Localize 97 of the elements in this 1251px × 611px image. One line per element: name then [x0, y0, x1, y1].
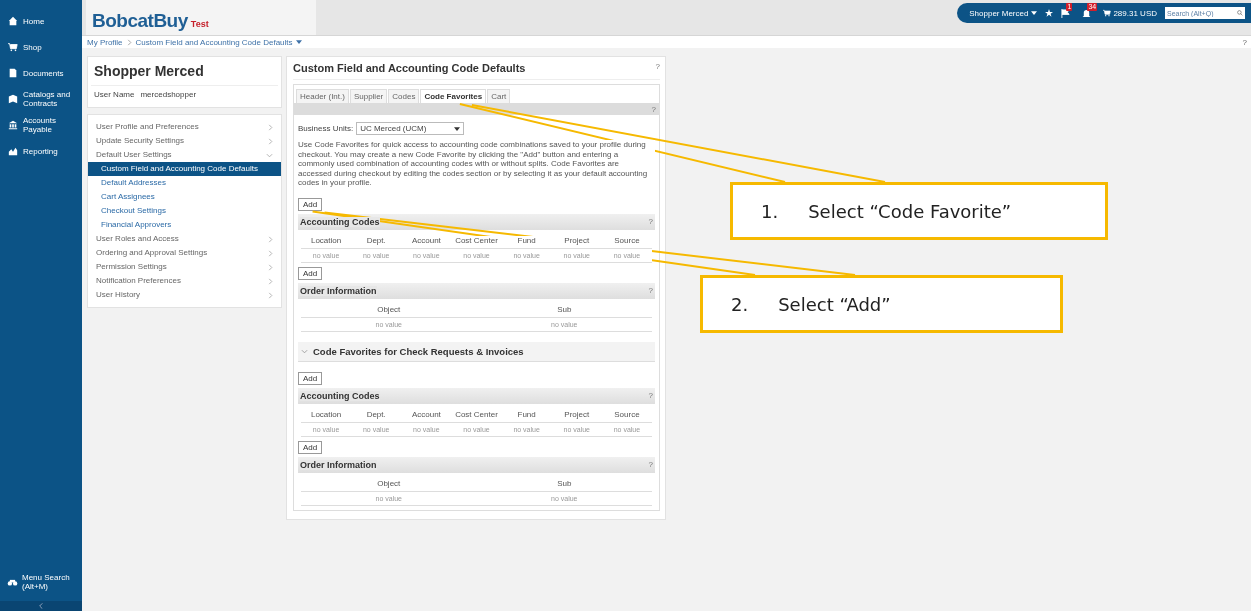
section-title: Order Information	[300, 285, 377, 296]
add-button[interactable]: Add	[298, 197, 323, 211]
menu-item[interactable]: Default User Settings	[88, 148, 281, 162]
help-icon[interactable]: ?	[648, 286, 653, 295]
flag-icon[interactable]	[1061, 8, 1071, 18]
username: mercedshopper	[140, 90, 197, 99]
cart-total[interactable]: 289.31 USD	[1113, 8, 1157, 18]
help-icon[interactable]: ?	[648, 460, 653, 469]
cart-icon[interactable]	[1103, 9, 1112, 17]
caret-icon	[454, 126, 461, 131]
submenu-item[interactable]: Cart Assignees	[88, 190, 281, 204]
menu-item[interactable]: User Profile and Preferences	[88, 120, 281, 134]
column-header: Object	[301, 304, 477, 318]
section-title: Accounting Codes	[300, 390, 380, 401]
column-header: Project	[551, 235, 602, 249]
cart-icon	[8, 42, 18, 52]
tab[interactable]: Cart	[487, 89, 511, 103]
bank-icon	[8, 120, 18, 130]
field-label: User Name	[94, 90, 135, 99]
caret-icon	[295, 40, 302, 44]
help-icon[interactable]: ?	[651, 104, 656, 114]
breadcrumb-link[interactable]: My Profile	[87, 37, 123, 47]
binoculars-icon	[7, 578, 18, 586]
column-header: Cost Center	[451, 235, 502, 249]
add-button[interactable]: Add	[298, 440, 323, 454]
column-header: Location	[301, 235, 352, 249]
collapse-icon[interactable]	[39, 603, 43, 609]
document-icon	[8, 68, 18, 78]
nav-item[interactable]: Shop	[23, 42, 42, 52]
bell-icon[interactable]	[1082, 8, 1092, 18]
description: Use Code Favorites for quick access to accounting code combinations saved to your profile during checkout. You may create a new Code Favorite by clicking the "Add" button and entering a commonly used combination of accounting codes with or without splits. Code Favorites are accessed during checkout by editing the codes section or by selecting it as your default accounting codes in your profile.	[298, 140, 655, 188]
profile-name: Shopper Merced	[93, 62, 205, 81]
tab[interactable]: Code Favorites	[420, 89, 487, 103]
column-header: Dept.	[351, 409, 402, 423]
business-units-dropdown[interactable]: UC Merced (UCM)	[356, 122, 465, 135]
user-menu[interactable]: Shopper Merced	[969, 8, 1029, 18]
help-icon[interactable]: ?	[655, 62, 660, 74]
submenu-item[interactable]: Default Addresses	[88, 176, 281, 190]
section-title: Accounting Codes	[300, 216, 380, 227]
help-icon[interactable]: ?	[648, 391, 653, 400]
menu-item[interactable]: Notification Preferences	[88, 274, 281, 288]
nav-item[interactable]: Reporting	[23, 146, 58, 156]
submenu-item[interactable]: Custom Field and Accounting Code Defaults	[88, 162, 281, 176]
field-label: Business Units:	[298, 124, 354, 133]
logo[interactable]: BobcatBuy Test	[86, 0, 316, 35]
column-header: Source	[601, 409, 652, 423]
menu-item[interactable]: Ordering and Approval Settings	[88, 246, 281, 260]
submenu-item[interactable]: Checkout Settings	[88, 204, 281, 218]
add-button[interactable]: Add	[298, 266, 323, 280]
menu-item[interactable]: User Roles and Access	[88, 232, 281, 246]
page-title: Custom Field and Accounting Code Defaults	[293, 62, 526, 74]
home-icon	[8, 16, 18, 26]
callout-text: Select “Code Favorite”	[808, 200, 1012, 222]
menu-item[interactable]: Permission Settings	[88, 260, 281, 274]
tab[interactable]: Header (Int.)	[296, 89, 349, 103]
shortcut-label: (Alt+M)	[22, 582, 49, 591]
breadcrumb-current[interactable]: Custom Field and Accounting Code Defaults	[135, 37, 293, 47]
chart-icon	[8, 146, 18, 156]
section-title: Order Information	[300, 459, 377, 470]
caret-icon	[1031, 11, 1038, 15]
nav-item[interactable]: Catalogs and Contracts	[23, 90, 79, 108]
nav-item[interactable]: Accounts Payable	[23, 116, 79, 134]
menu-search-link[interactable]: Menu Search	[22, 573, 70, 582]
submenu-item[interactable]: Financial Approvers	[88, 218, 281, 232]
callout-text: Select “Add”	[778, 293, 891, 315]
group-header[interactable]: Code Favorites for Check Requests & Invoices	[298, 341, 655, 362]
logo-text: BobcatBuy	[92, 10, 188, 32]
nav-item[interactable]: Home	[23, 16, 45, 26]
help-icon[interactable]: ?	[1242, 37, 1247, 47]
column-header: Location	[301, 409, 352, 423]
tab[interactable]: Supplier	[349, 89, 388, 103]
nav-item[interactable]: Documents	[23, 68, 64, 78]
star-icon[interactable]	[1045, 9, 1054, 17]
column-header: Source	[601, 235, 652, 249]
column-header: Account	[401, 235, 452, 249]
tab[interactable]: Codes	[388, 89, 420, 103]
callout-number: 1.	[761, 200, 779, 222]
help-icon[interactable]: ?	[648, 217, 653, 226]
column-header: Dept.	[351, 235, 402, 249]
column-header: Account	[401, 409, 452, 423]
add-button[interactable]: Add	[298, 371, 323, 385]
column-header: Sub	[476, 304, 652, 318]
menu-item[interactable]: Update Security Settings	[88, 134, 281, 148]
column-header: Fund	[501, 235, 552, 249]
column-header: Sub	[476, 478, 652, 492]
column-header: Project	[551, 409, 602, 423]
column-header: Cost Center	[451, 409, 502, 423]
environment-label: Test	[190, 19, 209, 29]
column-header: Object	[301, 478, 477, 492]
menu-item[interactable]: User History	[88, 288, 281, 302]
search-icon[interactable]	[1237, 10, 1243, 16]
chevron-right-icon	[126, 38, 132, 46]
callout-number: 2.	[731, 293, 749, 315]
column-header: Fund	[501, 409, 552, 423]
book-icon	[8, 94, 18, 104]
chevron-down-icon	[266, 152, 273, 158]
chevron-down-icon	[301, 348, 308, 354]
